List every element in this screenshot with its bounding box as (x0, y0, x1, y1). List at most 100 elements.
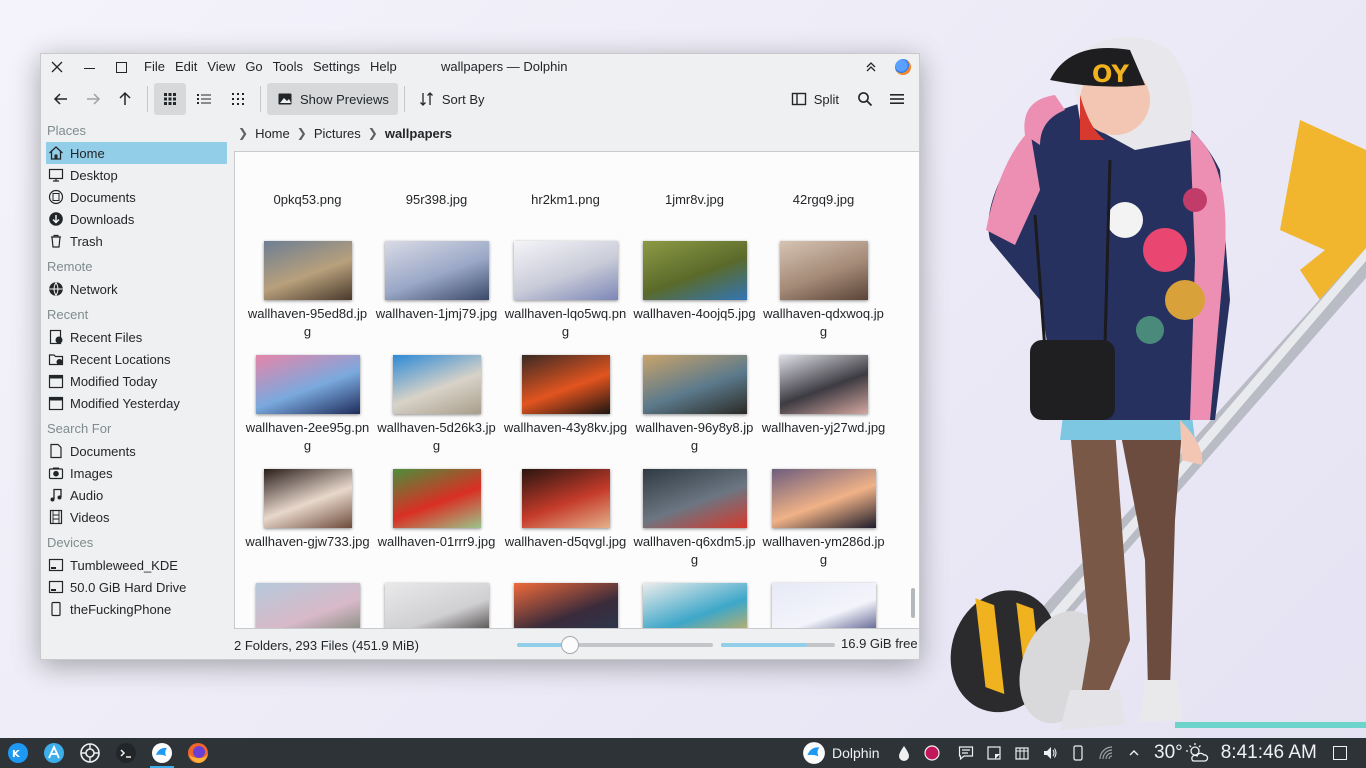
file-item[interactable]: wallhaven-qdxwoq.jpg (759, 233, 888, 347)
file-item[interactable]: wallhaven-4vlpy3.jpg (372, 575, 501, 628)
dolphin-launcher[interactable] (144, 738, 180, 768)
tray-record[interactable] (918, 738, 946, 768)
zoom-slider-handle[interactable] (560, 636, 579, 654)
application-launcher[interactable]: K (0, 738, 36, 768)
tray-notifications[interactable] (952, 738, 980, 768)
file-item[interactable]: wallhaven-lqo5wq.png (501, 233, 630, 347)
file-item[interactable]: wallhaven-g8erel.jpg (243, 575, 372, 628)
places-item-documents[interactable]: Documents (46, 440, 227, 462)
file-item[interactable]: 0pkq53.png (243, 152, 372, 233)
free-space-label[interactable]: 16.9 GiB free (841, 636, 918, 651)
firefox-launcher[interactable] (180, 738, 216, 768)
minimize-button[interactable] (73, 54, 105, 80)
places-item-thefuckingphone[interactable]: theFuckingPhone (46, 598, 227, 620)
places-item-recent-files[interactable]: Recent Files (46, 326, 227, 348)
places-item-modified-today[interactable]: Modified Today (46, 370, 227, 392)
places-item-documents[interactable]: Documents (46, 186, 227, 208)
search-button[interactable] (849, 83, 881, 115)
menu-settings[interactable]: Settings (308, 54, 365, 80)
maximize-button[interactable] (105, 54, 137, 80)
show-desktop-button[interactable] (1332, 746, 1347, 760)
tray-phone[interactable] (1064, 738, 1092, 768)
digital-clock[interactable]: 8:41:46 AM (1221, 742, 1317, 764)
scrollbar-thumb[interactable] (911, 588, 915, 618)
keep-above-button[interactable] (855, 54, 887, 80)
back-button[interactable] (45, 83, 77, 115)
tray-expand[interactable] (1120, 738, 1148, 768)
system-settings-launcher[interactable] (72, 738, 108, 768)
file-item[interactable]: 1jmr8v.jpg (630, 152, 759, 233)
tray-network[interactable] (1092, 738, 1120, 768)
file-item[interactable]: wallhaven-4oojq5.jpg (630, 233, 759, 347)
tray-weather[interactable] (1183, 738, 1211, 768)
places-item-50-0-gib-hard-drive[interactable]: 50.0 GiB Hard Drive (46, 576, 227, 598)
hamburger-menu-button[interactable] (881, 83, 913, 115)
places-item-label: Recent Locations (70, 351, 171, 367)
terminal-launcher[interactable] (108, 738, 144, 768)
file-item[interactable]: wallhaven-5d26k3.jpg (372, 347, 501, 461)
tray-clipboard[interactable] (980, 738, 1008, 768)
places-item-downloads[interactable]: Downloads (46, 208, 227, 230)
file-item[interactable]: wallhaven-gjw733.jpg (243, 461, 372, 575)
places-item-modified-yesterday[interactable]: Modified Yesterday (46, 392, 227, 414)
menu-view[interactable]: View (202, 54, 240, 80)
file-item[interactable]: wallhaven-yj27wd.jpg (759, 347, 888, 461)
file-item[interactable]: wallhaven-43y8kv.jpg (501, 347, 630, 461)
menu-tools[interactable]: Tools (268, 54, 308, 80)
places-item-audio[interactable]: Audio (46, 484, 227, 506)
crumb-wallpapers[interactable]: wallpapers (385, 126, 452, 141)
zoom-slider[interactable] (517, 636, 713, 654)
forward-button[interactable] (77, 83, 109, 115)
file-item[interactable]: wallhaven-ey329w.png (759, 575, 888, 628)
file-item[interactable]: wallhaven-q6xdm5.jpg (630, 461, 759, 575)
places-item-label: Modified Today (70, 373, 158, 389)
menu-edit[interactable]: Edit (170, 54, 202, 80)
file-item[interactable]: wallhaven-d5qvgl.jpg (501, 461, 630, 575)
compact-view-button[interactable] (188, 83, 220, 115)
places-item-tumbleweed-kde[interactable]: Tumbleweed_KDE (46, 554, 227, 576)
places-item-network[interactable]: Network (46, 278, 227, 300)
disk-space-bar[interactable] (721, 643, 835, 647)
close-button[interactable] (41, 54, 73, 80)
places-item-recent-locations[interactable]: Recent Locations (46, 348, 227, 370)
weather-temperature[interactable]: 30° (1154, 742, 1183, 764)
places-item-videos[interactable]: Videos (46, 506, 227, 528)
tray-droplet[interactable] (890, 738, 918, 768)
menu-help[interactable]: Help (365, 54, 402, 80)
discover-launcher[interactable] (36, 738, 72, 768)
split-button[interactable]: Split (783, 83, 847, 115)
file-item[interactable]: wallhaven-j8p2ly.png (501, 575, 630, 628)
file-item[interactable]: 42rgq9.jpg (759, 152, 888, 233)
sort-by-button[interactable]: Sort By (411, 83, 493, 115)
vertical-scrollbar[interactable] (910, 156, 916, 624)
icons-view-button[interactable] (154, 83, 186, 115)
places-item-home[interactable]: Home (46, 142, 227, 164)
file-item[interactable]: wallhaven-0qkwxd.jpg (630, 575, 759, 628)
file-view[interactable]: 0pkq53.png 95r398.jpg hr2km1.png 1jmr8v.jpg… (234, 151, 920, 629)
file-item[interactable]: wallhaven-01rrr9.jpg (372, 461, 501, 575)
toolbar-separator (403, 86, 405, 112)
file-item[interactable]: wallhaven-2ee95g.png (243, 347, 372, 461)
menu-go[interactable]: Go (240, 54, 267, 80)
up-button[interactable] (109, 83, 141, 115)
app-menu-button[interactable] (887, 54, 919, 80)
show-previews-button[interactable]: Show Previews (267, 83, 398, 115)
places-item-images[interactable]: Images (46, 462, 227, 484)
tray-vault[interactable] (1008, 738, 1036, 768)
file-item[interactable]: 95r398.jpg (372, 152, 501, 233)
file-item[interactable]: wallhaven-ym286d.jpg (759, 461, 888, 575)
crumb-home[interactable]: Home (255, 126, 290, 141)
task-dolphin-window[interactable]: Dolphin (802, 738, 879, 768)
tray-volume[interactable] (1036, 738, 1064, 768)
details-view-button[interactable] (222, 83, 254, 115)
crumb-pictures[interactable]: Pictures (314, 126, 361, 141)
places-item-desktop[interactable]: Desktop (46, 164, 227, 186)
file-name: wallhaven-43y8kv.jpg (503, 420, 628, 435)
file-item[interactable]: wallhaven-1jmj79.jpg (372, 233, 501, 347)
file-item[interactable]: hr2km1.png (501, 152, 630, 233)
places-group-title: Devices (47, 535, 94, 550)
menu-file[interactable]: File (139, 54, 170, 80)
places-item-trash[interactable]: Trash (46, 230, 227, 252)
file-item[interactable]: wallhaven-96y8y8.jpg (630, 347, 759, 461)
file-item[interactable]: wallhaven-95ed8d.jpg (243, 233, 372, 347)
